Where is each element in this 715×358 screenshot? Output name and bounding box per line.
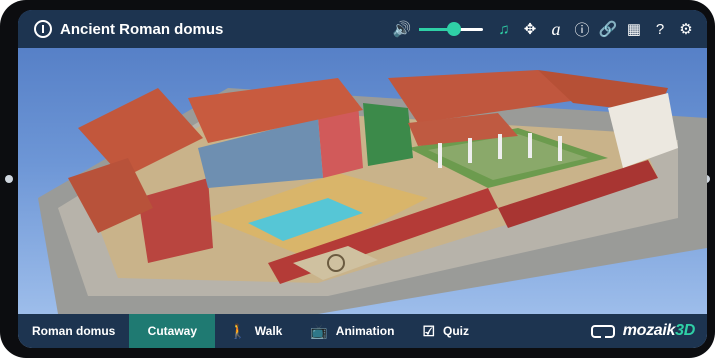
move-arrows-icon[interactable]: ✥ — [517, 10, 543, 48]
tab-cutaway[interactable]: Cutaway — [129, 314, 216, 348]
app-title: Ancient Roman domus — [60, 20, 224, 38]
tab-walk[interactable]: 🚶 Walk — [215, 314, 296, 348]
brand-area: mozaik3D — [590, 314, 696, 348]
help-icon[interactable]: ? — [647, 10, 673, 48]
info-circle-icon[interactable]: ⓘ — [569, 10, 595, 48]
tab-label: Walk — [254, 324, 283, 338]
walk-icon: 🚶 — [229, 322, 247, 339]
domus-3d-scene[interactable] — [18, 48, 707, 314]
gear-icon[interactable]: ⚙ — [673, 10, 699, 48]
link-icon[interactable]: 🔗 — [595, 10, 621, 48]
tab-animation[interactable]: 📺 Animation — [296, 314, 408, 348]
volume-slider[interactable] — [419, 10, 483, 48]
tab-label: Animation — [335, 324, 395, 338]
tab-roman-domus[interactable]: Roman domus — [18, 314, 129, 348]
brand-logo: mozaik3D — [622, 322, 696, 340]
grid-icon[interactable]: ▦ — [621, 10, 647, 48]
tab-label: Quiz — [443, 324, 470, 338]
toolbar-tools: 🔊 ♫ ✥ a ⓘ 🔗 ▦ ? ⚙ — [389, 10, 699, 48]
speaker-icon[interactable]: 🔊 — [389, 10, 415, 48]
bottom-tabbar: Roman domus Cutaway 🚶 Walk 📺 Animation ☑… — [18, 314, 707, 348]
tab-label: Roman domus — [32, 324, 116, 338]
brand-name: mozaik — [622, 322, 676, 339]
vr-headset-icon[interactable] — [590, 324, 615, 338]
text-style-icon[interactable]: a — [543, 10, 569, 48]
top-toolbar: Ancient Roman domus 🔊 ♫ ✥ a ⓘ 🔗 ▦ ? ⚙ — [18, 10, 707, 48]
tab-label: Cutaway — [147, 324, 198, 338]
tab-quiz[interactable]: ☑ Quiz — [408, 314, 483, 348]
quiz-icon: ☑ — [422, 322, 436, 339]
camera-dot — [5, 175, 13, 183]
tv-icon: 📺 — [310, 322, 328, 339]
brand-suffix: 3D — [675, 322, 695, 339]
volume-knob[interactable] — [447, 22, 462, 36]
phone-frame: Ancient Roman domus 🔊 ♫ ✥ a ⓘ 🔗 ▦ ? ⚙ Ro… — [0, 0, 715, 358]
music-note-icon[interactable]: ♫ — [491, 10, 517, 48]
info-icon[interactable] — [34, 20, 52, 38]
app-screen: Ancient Roman domus 🔊 ♫ ✥ a ⓘ 🔗 ▦ ? ⚙ Ro… — [18, 10, 707, 348]
